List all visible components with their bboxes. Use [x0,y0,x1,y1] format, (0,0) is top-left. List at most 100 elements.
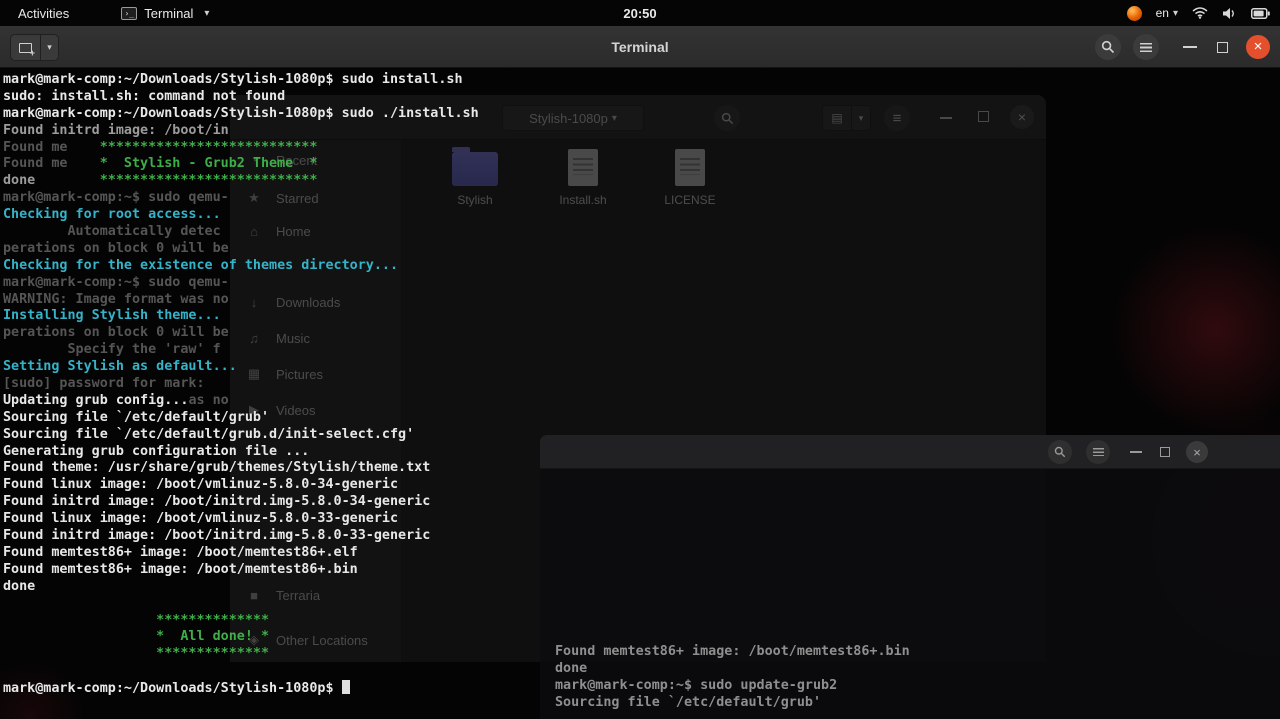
terminal-line: Checking for root access... [3,207,479,224]
terminal-line: Found theme: /usr/share/grub/themes/Styl… [3,460,479,477]
terminal-text-segment: perations on block 0 will be [3,240,229,256]
terminal-line: WARNING: Image format was no [3,292,479,309]
terminal-line: Found memtest86+ image: /boot/memtest86+… [3,545,479,562]
terminal-line: Automatically detec [3,224,479,241]
terminal-search-button[interactable] [1095,34,1121,60]
terminal-line: Checking for the existence of themes dir… [3,258,479,275]
terminal-text-segment: Setting Stylish as default... [3,359,237,375]
language-label: en [1155,6,1169,20]
terminal-app-icon: ›_ [121,6,138,20]
terminal-text-segment: [sudo] password for mark: [3,376,205,392]
top-bar: Activities ›_ Terminal 20:50 en [0,0,1280,26]
terminal-text-segment: Checking for root access... [3,207,221,223]
terminal-line: mark@mark-comp:~$ sudo qemu- [3,190,479,207]
terminal-line: perations on block 0 will be [3,325,479,342]
terminal-line: Found memtest86+ image: /boot/memtest86+… [3,562,479,579]
terminal-text-segment: * All done! * [3,629,270,645]
terminal-line: Installing Stylish theme... [3,308,479,325]
terminal-text-segment: Found initrd image: /boot/in [3,122,229,138]
terminal-text-segment: WARNING: Image format was no [3,291,229,307]
terminal-text-segment: mark@mark-comp:~/Downloads/Stylish-1080p… [3,681,342,697]
terminal-text-segment: Sourcing file `/etc/default/grub' [3,409,270,425]
terminal-screen[interactable]: mark@mark-comp:~/Downloads/Stylish-1080p… [0,68,1280,719]
keyboard-layout-indicator[interactable]: en [1156,6,1178,20]
terminal-headerbar: Terminal [0,26,1280,68]
terminal-line: Generating grub configuration file ... [3,444,479,461]
terminal-text-segment: * Stylish - Grub2 Theme * [67,156,318,172]
terminal-line: * All done! * [3,629,479,646]
battery-icon [1251,7,1270,19]
clock-button[interactable]: 20:50 [623,6,656,21]
new-tab-icon [19,42,35,58]
new-tab-dropdown[interactable] [40,34,59,61]
terminal-text-segment: *************************** [67,139,318,155]
terminal-text-segment: Found linux image: /boot/vmlinuz-5.8.0-3… [3,477,399,493]
terminal-text-segment: Found memtest86+ image: /boot/memtest86+… [3,544,358,560]
terminal-text-segment: as no [188,392,229,408]
close-button[interactable] [1246,35,1270,59]
hamburger-icon [1140,42,1152,52]
volume-icon [1223,7,1234,19]
terminal-line: done *************************** [3,173,479,190]
terminal-text-segment: ************** [3,646,270,662]
search-icon [1101,40,1115,54]
terminal-text-segment: Generating grub configuration file ... [3,443,310,459]
maximize-button[interactable] [1217,41,1228,53]
terminal-text-segment: mark@mark-comp:~$ sudo qemu- [3,274,229,290]
terminal-text-segment: done [3,578,36,594]
terminal-text-segment: Found memtest86+ image: /boot/memtest86+… [3,561,358,577]
terminal-line: perations on block 0 will be [3,241,479,258]
terminal-line: [sudo] password for mark: [3,376,479,393]
terminal-line: Found linux image: /boot/vmlinuz-5.8.0-3… [3,511,479,528]
terminal-line: Setting Stylish as default... [3,359,479,376]
terminal-text-segment: ************** [3,612,270,628]
terminal-line: sudo: install.sh: command not found [3,89,479,106]
terminal-text-segment: Found theme: /usr/share/grub/themes/Styl… [3,460,431,476]
app-menu-label: Terminal [144,5,194,21]
terminal-line: Sourcing file `/etc/default/grub.d/init-… [3,427,479,444]
terminal-line: ************** [3,646,479,663]
terminal-text-segment: Found linux image: /boot/vmlinuz-5.8.0-3… [3,511,399,527]
terminal-text-segment: Updating grub config... [3,392,189,408]
terminal-line: Found initrd image: /boot/initrd.img-5.8… [3,494,479,511]
terminal-text-segment: sudo: install.sh: command not found [3,88,286,104]
terminal-text-segment: perations on block 0 will be [3,325,229,341]
terminal-line: done [3,579,479,596]
terminal-text-segment: *************************** [35,173,318,189]
terminal-line: mark@mark-comp:~/Downloads/Stylish-1080p… [3,72,479,89]
terminal-line: ************** [3,613,479,630]
terminal-text-segment: Found me [3,139,68,155]
wifi-icon [1192,7,1208,19]
terminal-text-segment: Sourcing file `/etc/default/grub.d/init-… [3,426,415,442]
minimize-button[interactable] [1183,46,1197,48]
system-status-area[interactable]: en [1126,0,1270,26]
window-title: Terminal [611,39,669,55]
terminal-text-segment: Found initrd image: /boot/initrd.img-5.8… [3,528,431,544]
terminal-text-segment: Found me [3,156,68,172]
terminal-text-segment: mark@mark-comp:~/Downloads/Stylish-1080p… [3,72,463,87]
terminal-text-segment: Found initrd image: /boot/initrd.img-5.8… [3,494,431,510]
terminal-text-segment: Checking for the existence of themes dir… [3,257,399,273]
activities-button[interactable]: Activities [12,6,75,21]
terminal-text-segment: mark@mark-comp:~/Downloads/Stylish-1080p… [3,105,479,121]
terminal-line: Specify the 'raw' f [3,342,479,359]
terminal-line: Found me *************************** [3,140,479,157]
terminal-text-segment: Automatically detec [3,224,221,240]
firefox-icon[interactable] [1126,5,1142,21]
terminal-line: Found linux image: /boot/vmlinuz-5.8.0-3… [3,477,479,494]
terminal-line: Updating grub config...as no [3,393,479,410]
terminal-menu-button[interactable] [1133,34,1159,60]
terminal-line: Found initrd image: /boot/in [3,123,479,140]
terminal-line: Found initrd image: /boot/initrd.img-5.8… [3,528,479,545]
app-menu-button[interactable]: ›_ Terminal [121,6,209,21]
terminal-line: Sourcing file `/etc/default/grub' [3,410,479,427]
terminal-text-segment: Installing Stylish theme... [3,308,221,324]
terminal-line: Found me * Stylish - Grub2 Theme * [3,156,479,173]
terminal-cursor [341,680,350,695]
terminal-line: mark@mark-comp:~/Downloads/Stylish-1080p… [3,106,479,123]
new-tab-button[interactable] [10,34,40,61]
terminal-line: mark@mark-comp:~/Downloads/Stylish-1080p… [3,680,479,697]
terminal-text-segment: done [3,173,36,189]
